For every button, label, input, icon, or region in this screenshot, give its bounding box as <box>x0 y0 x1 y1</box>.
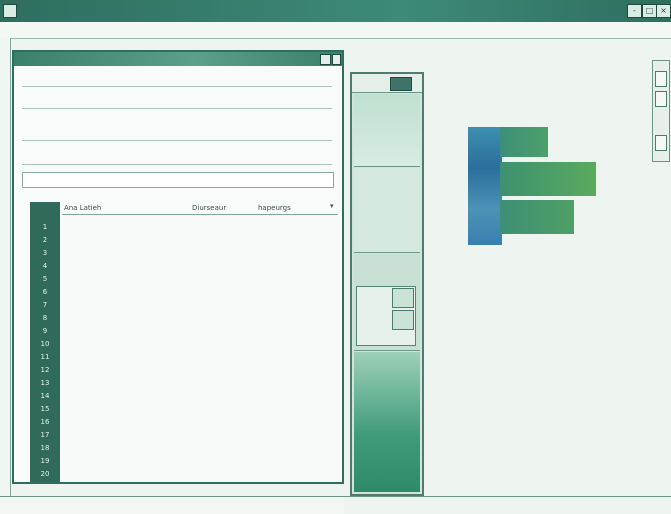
row-number[interactable]: 9 <box>38 326 52 336</box>
right-toolbar <box>652 60 670 162</box>
panel-section[interactable] <box>354 94 420 167</box>
panel-section[interactable] <box>354 352 420 492</box>
toolbar-button[interactable] <box>655 135 667 151</box>
row-number[interactable]: 4 <box>38 261 52 271</box>
row-number[interactable]: 19 <box>38 456 52 466</box>
status-bar <box>344 496 671 514</box>
dialog-title-bar <box>14 52 342 66</box>
dialog-window: 1 2 3 4 5 6 7 8 9 10 11 12 13 14 15 16 17 18 19 20 Ana Lati… <box>12 50 344 484</box>
toolbar-button[interactable] <box>655 71 667 87</box>
row-number[interactable]: 12 <box>38 365 52 375</box>
dialog-close-button[interactable] <box>332 54 341 65</box>
dialog-minimize-button[interactable] <box>320 54 331 65</box>
dialog-status-bar <box>0 496 344 514</box>
row-number[interactable]: 18 <box>38 443 52 453</box>
divider <box>22 86 332 87</box>
canvas-shape-green[interactable] <box>500 162 596 196</box>
maximize-button[interactable]: □ <box>642 4 657 18</box>
row-number[interactable]: 5 <box>38 274 52 284</box>
list-body[interactable] <box>62 216 338 482</box>
close-button[interactable]: × <box>656 4 671 18</box>
panel-button[interactable] <box>390 77 412 91</box>
row-number[interactable]: 11 <box>38 352 52 362</box>
divider <box>22 108 332 109</box>
menu-bar <box>0 22 671 39</box>
row-number[interactable]: 13 <box>38 378 52 388</box>
row-number[interactable]: 2 <box>38 235 52 245</box>
grid-cell[interactable] <box>392 288 414 308</box>
system-menu-icon[interactable] <box>3 4 17 18</box>
row-number[interactable]: 14 <box>38 391 52 401</box>
column-header[interactable]: hapeurgs <box>258 204 291 212</box>
list-scroll-arrow[interactable]: ▾ <box>330 202 338 214</box>
text-input[interactable] <box>22 172 334 188</box>
row-number[interactable]: 7 <box>38 300 52 310</box>
row-number[interactable]: 20 <box>38 469 52 479</box>
row-number[interactable]: 17 <box>38 430 52 440</box>
left-frame <box>0 38 11 496</box>
canvas-shape-green[interactable] <box>500 127 548 157</box>
row-number-strip: 1 2 3 4 5 6 7 8 9 10 11 12 13 14 15 16 17 18 19 20 <box>30 202 60 482</box>
panel-section[interactable] <box>354 254 420 351</box>
canvas-shape-blue[interactable] <box>468 127 502 245</box>
row-number[interactable]: 3 <box>38 248 52 258</box>
row-number[interactable]: 15 <box>38 404 52 414</box>
panel-header <box>352 74 422 93</box>
column-header[interactable]: Ana Latieh <box>64 204 101 212</box>
grid-cell[interactable] <box>392 310 414 330</box>
row-number[interactable]: 1 <box>38 222 52 232</box>
minimize-button[interactable]: - <box>627 4 642 18</box>
column-header[interactable]: Diurseaur <box>192 204 226 212</box>
row-number[interactable]: 6 <box>38 287 52 297</box>
window-title-bar: - □ × <box>0 0 671 22</box>
toolbar-button[interactable] <box>655 91 667 107</box>
divider <box>22 140 332 141</box>
row-number[interactable]: 8 <box>38 313 52 323</box>
canvas-shape-green[interactable] <box>500 200 574 234</box>
row-number[interactable]: 16 <box>38 417 52 427</box>
panel-section[interactable] <box>354 168 420 253</box>
divider <box>22 164 332 165</box>
list-header: Ana Latieh Diurseaur hapeurgs <box>62 202 338 215</box>
row-number[interactable]: 10 <box>38 339 52 349</box>
tool-panel <box>350 72 424 496</box>
